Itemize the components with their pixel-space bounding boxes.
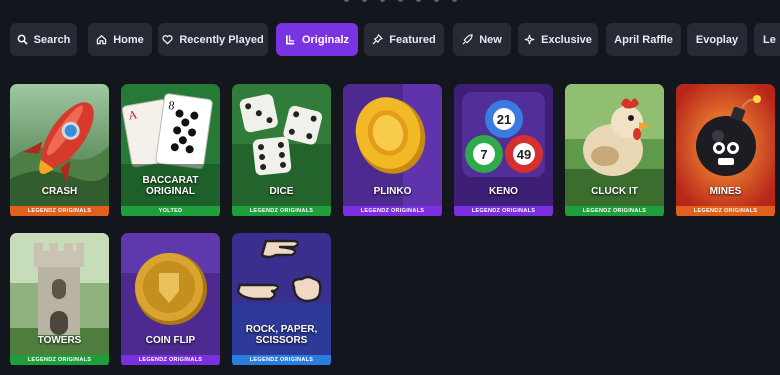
carousel-dot[interactable]	[434, 0, 439, 2]
nav-label: Originalz	[301, 33, 350, 46]
heart-icon	[162, 35, 173, 45]
nav-originalz-button[interactable]: Originalz	[276, 23, 358, 56]
game-tag: LEGENDZ ORIGINALS	[10, 355, 109, 365]
nav-recently-played-button[interactable]: Recently Played	[158, 23, 268, 56]
game-card-baccarat[interactable]: A 8 BACCARAT ORIGINAL YOLTED	[121, 84, 220, 219]
nav-featured-button[interactable]: Featured	[364, 23, 444, 56]
game-title: BACCARAT ORIGINAL	[142, 175, 199, 197]
game-tag: LEGENDZ ORIGINALS	[232, 355, 331, 365]
rocket-icon	[462, 34, 473, 45]
nav-label: Recently Played	[179, 33, 264, 46]
game-tag: LEGENDZ ORIGINALS	[565, 206, 664, 216]
game-card-dice[interactable]: DICE LEGENDZ ORIGINALS	[232, 84, 331, 219]
game-tag: LEGENDZ ORIGINALS	[10, 206, 109, 216]
carousel-dots	[0, 0, 780, 5]
game-tag: LEGENDZ ORIGINALS	[232, 206, 331, 216]
pin-icon	[372, 34, 384, 45]
game-card-cluck-it[interactable]: CLUCK IT LEGENDZ ORIGINALS	[565, 84, 664, 219]
game-card-plinko[interactable]: PLINKO LEGENDZ ORIGINALS	[343, 84, 442, 219]
nav-label: Exclusive	[541, 33, 592, 46]
game-card-coin-flip[interactable]: COIN FLIP LEGENDZ ORIGINALS	[121, 233, 220, 368]
game-card-mines[interactable]: MINES LEGENDZ ORIGINALS	[676, 84, 775, 219]
game-title: PLINKO	[373, 186, 412, 197]
game-title: DICE	[269, 186, 294, 197]
carousel-dot[interactable]	[398, 0, 403, 2]
game-card-crash[interactable]: CRASH LEGENDZ ORIGINALS	[10, 84, 109, 219]
carousel-dot[interactable]	[344, 0, 349, 2]
game-title: CLUCK IT	[591, 186, 638, 197]
game-tag: LEGENDZ ORIGINALS	[454, 206, 553, 216]
originalz-icon	[285, 35, 295, 45]
game-title: MINES	[709, 186, 742, 197]
game-tag: LEGENDZ ORIGINALS	[343, 206, 442, 216]
game-title: COIN FLIP	[145, 335, 196, 346]
game-tag: LEGENDZ ORIGINALS	[676, 206, 775, 216]
nav-april-raffle-button[interactable]: April Raffle	[606, 23, 681, 56]
sparkle-icon	[524, 34, 535, 45]
game-card-towers[interactable]: TOWERS LEGENDZ ORIGINALS	[10, 233, 109, 368]
carousel-dot[interactable]	[362, 0, 367, 2]
nav-label: Evoplay	[695, 33, 739, 46]
nav-label: Le	[763, 33, 776, 46]
carousel-dot[interactable]	[416, 0, 421, 2]
nav-new-button[interactable]: New	[453, 23, 511, 56]
nav-label: Home	[113, 33, 144, 46]
search-icon	[17, 34, 28, 45]
game-card-rock-paper-scissors[interactable]: ROCK, PAPER, SCISSORS LEGENDZ ORIGINALS	[232, 233, 331, 368]
keno-number: 21	[497, 112, 511, 127]
keno-number: 49	[517, 147, 531, 162]
nav-evoplay-button[interactable]: Evoplay	[687, 23, 747, 56]
keno-number: 7	[480, 147, 487, 162]
game-title: ROCK, PAPER, SCISSORS	[245, 324, 318, 346]
nav-search-button[interactable]: Search	[10, 23, 77, 56]
nav-label: New	[479, 33, 502, 46]
nav-label: Search	[33, 33, 71, 46]
game-title: CRASH	[41, 186, 78, 197]
game-title: KENO	[489, 186, 518, 197]
home-icon	[96, 35, 107, 45]
carousel-dot[interactable]	[452, 0, 457, 2]
game-tag: YOLTED	[121, 206, 220, 216]
game-title: TOWERS	[37, 335, 82, 346]
category-nav: Search Home Recently Played Originalz Fe…	[10, 23, 780, 56]
game-card-keno[interactable]: 21 7 49 KENO LEGENDZ ORIGINALS	[454, 84, 553, 219]
nav-home-button[interactable]: Home	[88, 23, 152, 56]
game-tag: LEGENDZ ORIGINALS	[121, 355, 220, 365]
nav-label: Featured	[389, 33, 436, 46]
nav-label: April Raffle	[614, 33, 673, 46]
carousel-dot[interactable]	[380, 0, 385, 2]
nav-exclusive-button[interactable]: Exclusive	[518, 23, 598, 56]
nav-le-button[interactable]: Le	[754, 23, 780, 56]
